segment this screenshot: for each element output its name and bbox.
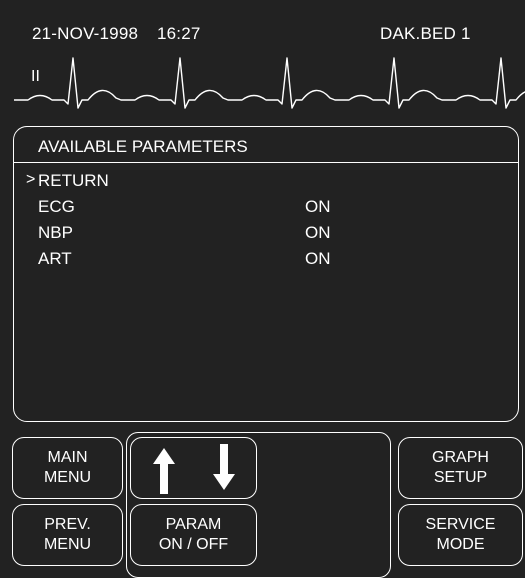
arrow-up-icon[interactable]	[153, 448, 175, 494]
param-label-2: ON / OFF	[158, 536, 229, 553]
time-display: 16:27	[157, 24, 201, 43]
service-mode-button[interactable]: SERVICE MODE	[398, 504, 523, 566]
graph-setup-label-1: GRAPH	[432, 449, 489, 466]
service-mode-label-2: MODE	[436, 536, 485, 553]
prev-menu-label-2: MENU	[43, 536, 92, 553]
menu-item-ecg[interactable]: ECG	[38, 197, 75, 217]
service-mode-label-1: SERVICE	[425, 516, 496, 533]
available-parameters-panel: AVAILABLE PARAMETERS > RETURN ECG ON NBP…	[13, 126, 519, 422]
main-menu-label-1: MAIN	[47, 449, 88, 466]
selection-cursor: >	[26, 171, 36, 188]
graph-setup-label-2: SETUP	[433, 469, 488, 486]
main-menu-button[interactable]: MAIN MENU	[12, 437, 123, 499]
graph-setup-button[interactable]: GRAPH SETUP	[398, 437, 523, 499]
menu-item-return[interactable]: RETURN	[38, 171, 109, 191]
art-status: ON	[305, 249, 331, 268]
param-label-1: PARAM	[165, 516, 222, 533]
ecg-lead-label: II	[31, 68, 40, 85]
menu-item-art[interactable]: ART	[38, 249, 72, 269]
bed-label: DAK.BED 1	[380, 24, 471, 43]
ecg-waveform	[14, 57, 525, 109]
arrow-down-icon[interactable]	[213, 444, 235, 490]
nbp-status: ON	[305, 223, 331, 242]
param-on-off-button[interactable]: PARAM ON / OFF	[130, 504, 257, 566]
main-menu-label-2: MENU	[43, 469, 92, 486]
date-display: 21-NOV-1998	[32, 24, 139, 43]
ecg-status: ON	[305, 197, 331, 216]
prev-menu-button[interactable]: PREV. MENU	[12, 504, 123, 566]
arrow-keys-button[interactable]	[130, 437, 257, 499]
prev-menu-label-1: PREV.	[44, 516, 91, 533]
panel-title: AVAILABLE PARAMETERS	[38, 137, 248, 156]
panel-divider	[14, 162, 518, 163]
monitor-screen: 21-NOV-1998 16:27 DAK.BED 1 II AVAILABLE…	[0, 0, 525, 578]
menu-item-nbp[interactable]: NBP	[38, 223, 73, 243]
